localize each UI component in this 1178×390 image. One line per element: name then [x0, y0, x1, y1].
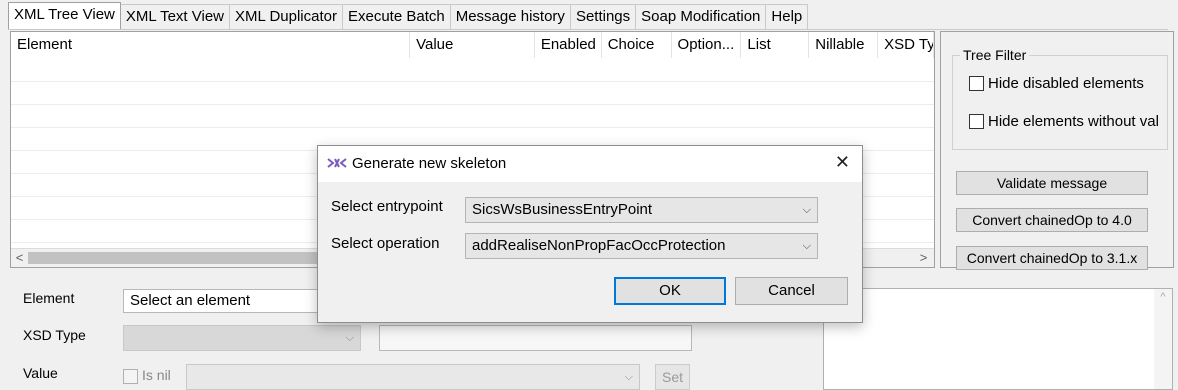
element-label: Element	[23, 290, 75, 306]
operation-value: addRealiseNonPropFacOccProtection	[472, 237, 726, 254]
operation-label: Select operation	[331, 235, 440, 252]
hide-disabled-label: Hide disabled elements	[988, 75, 1144, 92]
cancel-button[interactable]: Cancel	[735, 277, 848, 305]
column-optional[interactable]: Option...	[672, 32, 742, 58]
set-button[interactable]: Set	[655, 364, 690, 390]
dialog-title: Generate new skeleton	[352, 155, 507, 172]
hide-without-value-label: Hide elements without val	[988, 113, 1159, 130]
column-choice[interactable]: Choice	[602, 32, 672, 58]
chevron-down-icon: ⌵	[624, 371, 633, 383]
vertical-scrollbar[interactable]: ^	[1154, 289, 1172, 389]
hide-disabled-checkbox[interactable]	[969, 76, 984, 91]
tree-filter-group	[952, 55, 1168, 150]
chevron-down-icon: ⌵	[802, 204, 811, 216]
value-select[interactable]: ⌵	[186, 364, 640, 390]
xsd-type-detail-field[interactable]	[379, 325, 692, 351]
table-header: Element Value Enabled Choice Option... L…	[11, 32, 934, 58]
table-row[interactable]	[11, 104, 934, 128]
tab-bar: XML Tree View XML Text View XML Duplicat…	[8, 2, 809, 30]
xsd-type-label: XSD Type	[23, 327, 86, 343]
tab-xml-tree-view[interactable]: XML Tree View	[8, 2, 121, 30]
column-xsd-type[interactable]: XSD Ty	[878, 32, 934, 58]
convert-chainedop-4-button[interactable]: Convert chainedOp to 4.0	[956, 208, 1148, 232]
close-icon[interactable]: ✕	[835, 152, 850, 173]
tab-xml-text-view[interactable]: XML Text View	[119, 4, 230, 30]
table-row[interactable]	[11, 58, 934, 82]
value-label: Value	[23, 365, 58, 381]
column-enabled[interactable]: Enabled	[535, 32, 602, 58]
tab-execute-batch[interactable]: Execute Batch	[341, 4, 451, 30]
column-value[interactable]: Value	[410, 32, 535, 58]
tab-settings[interactable]: Settings	[569, 4, 637, 30]
tree-filter-title: Tree Filter	[960, 47, 1030, 63]
column-element[interactable]: Element	[11, 32, 411, 58]
tab-help[interactable]: Help	[765, 4, 809, 30]
chevron-down-icon: ⌵	[802, 240, 811, 252]
column-nillable[interactable]: Nillable	[809, 32, 879, 58]
entrypoint-value: SicsWsBusinessEntryPoint	[472, 201, 653, 218]
dialog-title-bar: Generate new skeleton ✕	[318, 146, 862, 182]
convert-chainedop-31-button[interactable]: Convert chainedOp to 3.1.x	[956, 246, 1148, 270]
scroll-up-icon[interactable]: ^	[1154, 291, 1172, 303]
tab-divider	[8, 29, 1168, 30]
app-logo-icon	[327, 156, 347, 170]
entrypoint-label: Select entrypoint	[331, 198, 443, 215]
generate-skeleton-dialog: Generate new skeleton ✕ Select entrypoin…	[317, 145, 863, 323]
entrypoint-select[interactable]: SicsWsBusinessEntryPoint ⌵	[465, 197, 818, 223]
tab-message-history[interactable]: Message history	[449, 4, 571, 30]
column-list[interactable]: List	[741, 32, 810, 58]
table-row[interactable]	[11, 81, 934, 105]
ok-button[interactable]: OK	[614, 277, 726, 305]
message-text-area[interactable]: ^	[823, 288, 1173, 390]
xsd-type-select[interactable]: ⌵	[123, 325, 361, 351]
hide-without-value-checkbox[interactable]	[969, 114, 984, 129]
scroll-left-icon[interactable]: <	[11, 249, 28, 266]
operation-select[interactable]: addRealiseNonPropFacOccProtection ⌵	[465, 233, 818, 259]
tab-xml-duplicator[interactable]: XML Duplicator	[229, 4, 343, 30]
is-nil-checkbox[interactable]	[123, 369, 138, 384]
scroll-right-icon[interactable]: >	[915, 249, 932, 266]
tab-soap-modification[interactable]: Soap Modification	[635, 4, 767, 30]
validate-message-button[interactable]: Validate message	[956, 171, 1148, 195]
is-nil-label: Is nil	[142, 367, 171, 383]
chevron-down-icon: ⌵	[345, 332, 354, 344]
element-select[interactable]: Select an element	[123, 289, 323, 313]
